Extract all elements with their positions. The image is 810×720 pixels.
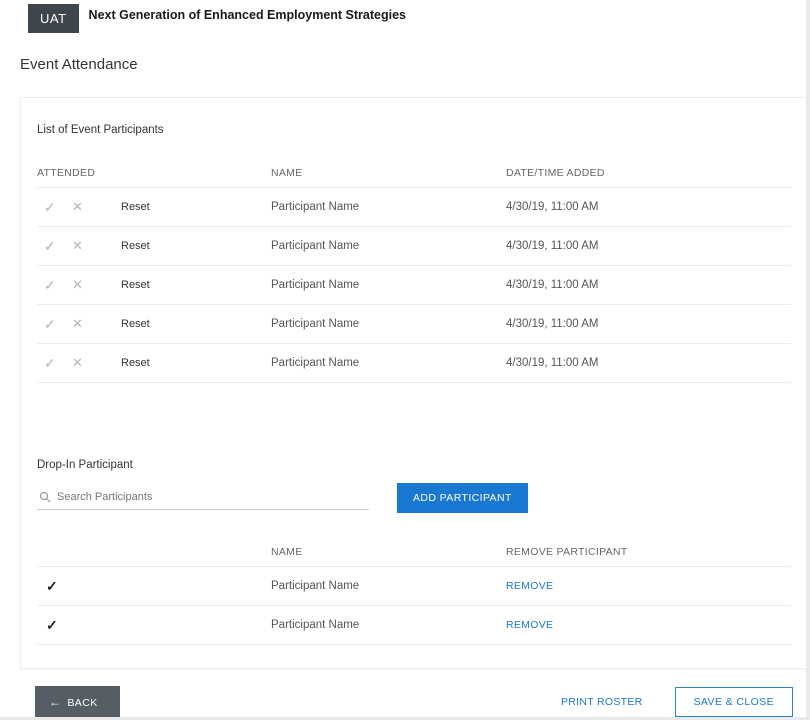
table-row: ✓ ✕ Reset Participant Name 4/30/19, 11:0… <box>37 266 791 305</box>
back-arrow-icon: ← <box>49 695 61 709</box>
participant-name: Participant Name <box>271 580 506 592</box>
page-title: Event Attendance <box>20 56 810 73</box>
footer-right-group: PRINT ROSTER SAVE & CLOSE <box>561 687 793 717</box>
dropin-controls: ADD PARTICIPANT <box>37 483 791 513</box>
back-button-label: BACK <box>67 697 97 709</box>
save-close-button[interactable]: SAVE & CLOSE <box>675 687 793 717</box>
app-header: UAT Next Generation of Enhanced Employme… <box>0 0 810 34</box>
participant-date-added: 4/30/19, 11:00 AM <box>506 240 791 252</box>
search-input[interactable] <box>57 491 367 503</box>
remove-link[interactable]: REMOVE <box>506 580 791 592</box>
attended-check-icon[interactable]: ✓ <box>37 199 65 216</box>
attended-x-icon[interactable]: ✕ <box>65 199 121 215</box>
search-participants-field[interactable] <box>37 487 369 510</box>
table-row: ✓ ✕ Reset Participant Name 4/30/19, 11:0… <box>37 188 791 227</box>
environment-badge: UAT <box>28 4 79 33</box>
participant-name: Participant Name <box>271 318 506 330</box>
table-row: ✓ Participant Name REMOVE <box>37 567 791 606</box>
column-header-name: NAME <box>271 167 506 179</box>
table-row: ✓ ✕ Reset Participant Name 4/30/19, 11:0… <box>37 344 791 383</box>
attended-check-icon[interactable]: ✓ <box>37 277 65 294</box>
column-header-remove: REMOVE PARTICIPANT <box>506 546 791 558</box>
attended-check-icon[interactable]: ✓ <box>37 316 65 333</box>
reset-link[interactable]: Reset <box>121 357 271 369</box>
search-icon <box>39 491 51 503</box>
attended-check-icon: ✓ <box>37 617 271 634</box>
attended-x-icon[interactable]: ✕ <box>65 238 121 254</box>
participants-section-title: List of Event Participants <box>37 124 791 136</box>
participant-date-added: 4/30/19, 11:00 AM <box>506 357 791 369</box>
column-header-attended: ATTENDED <box>37 167 271 179</box>
participant-name: Participant Name <box>271 357 506 369</box>
participant-date-added: 4/30/19, 11:00 AM <box>506 201 791 213</box>
footer-actions: ← BACK PRINT ROSTER SAVE & CLOSE <box>35 686 793 718</box>
reset-link[interactable]: Reset <box>121 279 271 291</box>
participants-table-header: ATTENDED NAME DATE/TIME ADDED <box>37 158 791 188</box>
table-row: ✓ Participant Name REMOVE <box>37 606 791 645</box>
vertical-scrollbar[interactable] <box>806 0 810 720</box>
add-participant-button[interactable]: ADD PARTICIPANT <box>397 483 528 513</box>
table-row: ✓ ✕ Reset Participant Name 4/30/19, 11:0… <box>37 305 791 344</box>
reset-link[interactable]: Reset <box>121 318 271 330</box>
attended-check-icon[interactable]: ✓ <box>37 355 65 372</box>
dropin-table-header: NAME REMOVE PARTICIPANT <box>37 537 791 567</box>
participant-name: Participant Name <box>271 619 506 631</box>
back-button[interactable]: ← BACK <box>35 686 120 718</box>
print-roster-link[interactable]: PRINT ROSTER <box>561 696 643 708</box>
participant-name: Participant Name <box>271 201 506 213</box>
remove-link[interactable]: REMOVE <box>506 619 791 631</box>
column-header-date: DATE/TIME ADDED <box>506 167 791 179</box>
attended-x-icon[interactable]: ✕ <box>65 316 121 332</box>
table-row: ✓ ✕ Reset Participant Name 4/30/19, 11:0… <box>37 227 791 266</box>
reset-link[interactable]: Reset <box>121 240 271 252</box>
participant-name: Participant Name <box>271 240 506 252</box>
event-attendance-card: List of Event Participants ATTENDED NAME… <box>20 97 808 669</box>
dropin-table: NAME REMOVE PARTICIPANT ✓ Participant Na… <box>37 537 791 645</box>
attended-x-icon[interactable]: ✕ <box>65 277 121 293</box>
attended-check-icon[interactable]: ✓ <box>37 238 65 255</box>
participant-date-added: 4/30/19, 11:00 AM <box>506 318 791 330</box>
reset-link[interactable]: Reset <box>121 201 271 213</box>
dropin-section-title: Drop-In Participant <box>37 459 791 471</box>
column-header-name: NAME <box>271 546 506 558</box>
attended-x-icon[interactable]: ✕ <box>65 355 121 371</box>
participant-date-added: 4/30/19, 11:00 AM <box>506 279 791 291</box>
attended-check-icon: ✓ <box>37 578 271 595</box>
app-title: Next Generation of Enhanced Employment S… <box>89 8 406 22</box>
participant-name: Participant Name <box>271 279 506 291</box>
participants-table: ATTENDED NAME DATE/TIME ADDED ✓ ✕ Reset … <box>37 158 791 383</box>
